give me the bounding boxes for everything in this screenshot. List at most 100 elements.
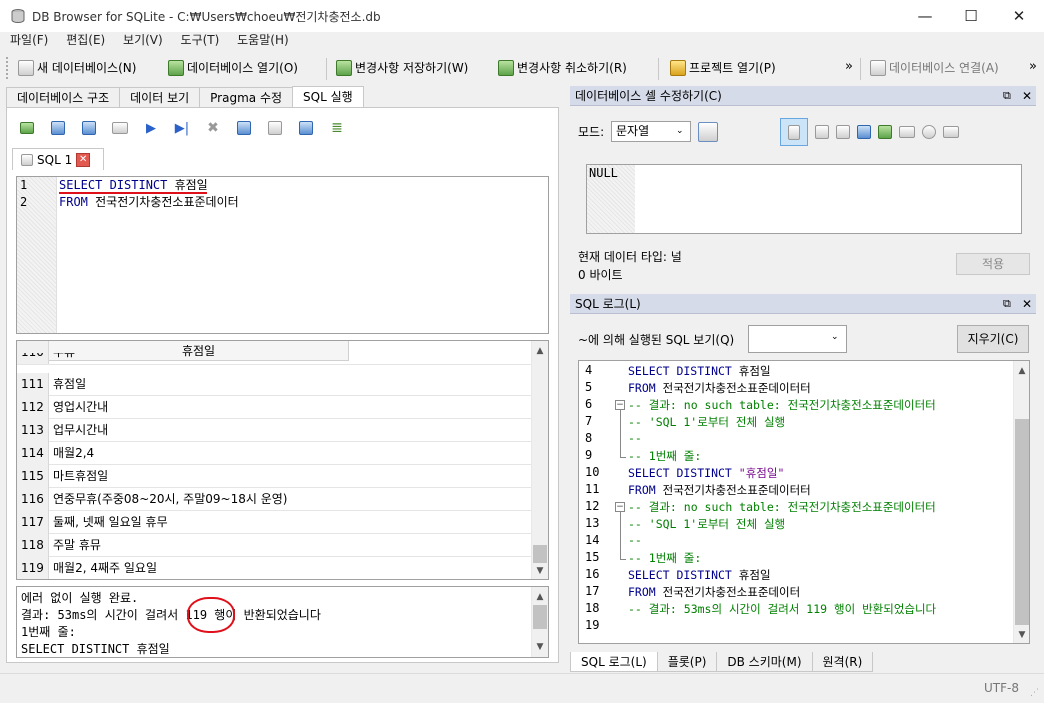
mode-select[interactable]: 문자열 ⌄ bbox=[611, 121, 691, 142]
table-row[interactable]: 113 업무시간내 bbox=[17, 419, 534, 442]
tab-database-structure[interactable]: 데이터베이스 구조 bbox=[6, 87, 121, 108]
tab-execute-sql[interactable]: SQL 실행 bbox=[292, 86, 364, 108]
close-tab-icon[interactable]: ✕ bbox=[76, 152, 91, 167]
close-panel-icon[interactable]: ✕ bbox=[1022, 86, 1032, 106]
cell-value[interactable]: 연중무휴(주중08~20시, 주말09~18시 운영) bbox=[53, 488, 287, 511]
cell-value[interactable]: 영업시간내 bbox=[53, 396, 108, 419]
scroll-thumb[interactable] bbox=[1015, 419, 1029, 625]
cell-value[interactable]: 업무시간내 bbox=[53, 419, 108, 442]
maximize-button[interactable]: ☐ bbox=[948, 0, 994, 32]
clear-log-button[interactable]: 지우기(C) bbox=[957, 325, 1029, 353]
message-text: 결과: 53ms의 시간이 걸려서 bbox=[21, 608, 186, 622]
log-line: FROM 전국전기차충전소표준데이터 bbox=[628, 585, 801, 599]
table-row[interactable]: 115 마트휴점일 bbox=[17, 465, 534, 488]
print-button[interactable] bbox=[109, 117, 131, 139]
toolbar-overflow-icon[interactable]: » bbox=[845, 59, 853, 74]
write-changes-button[interactable]: 변경사항 저장하기(W) bbox=[336, 57, 468, 79]
word-wrap-button[interactable] bbox=[780, 118, 808, 146]
table-row[interactable]: 114 매월2,4 bbox=[17, 442, 534, 465]
open-tab-button[interactable] bbox=[16, 117, 38, 139]
tab-edit-pragmas[interactable]: Pragma 수정 bbox=[199, 87, 294, 108]
log-filter-select[interactable]: ⌄ bbox=[748, 325, 847, 353]
fold-line bbox=[620, 559, 626, 560]
cell-value-editor[interactable]: NULL bbox=[586, 164, 1022, 234]
scroll-thumb[interactable] bbox=[533, 545, 547, 563]
table-row[interactable]: 117 둘째, 넷째 일요일 휴무 bbox=[17, 511, 534, 534]
sql-editor-tab[interactable]: SQL 1 ✕ bbox=[12, 148, 104, 170]
scroll-up-icon[interactable]: ▲ bbox=[532, 589, 548, 605]
cell-value[interactable]: 휴점일 bbox=[53, 373, 86, 396]
execute-all-button[interactable]: ▶ bbox=[140, 117, 162, 139]
table-row[interactable]: 118 주말 휴뮤 bbox=[17, 534, 534, 557]
tab-remote[interactable]: 원격(R) bbox=[811, 652, 874, 672]
auto-switch-mode-icon[interactable] bbox=[698, 122, 718, 142]
tab-sql-log[interactable]: SQL 로그(L) bbox=[570, 652, 658, 672]
save-sql-file-button[interactable] bbox=[78, 117, 100, 139]
new-database-label: 새 데이터베이스(N) bbox=[37, 61, 137, 75]
float-panel-icon[interactable]: ⧉ bbox=[1003, 294, 1011, 314]
row-number: 114 bbox=[17, 442, 49, 465]
menu-help[interactable]: 도움말(H) bbox=[237, 30, 289, 50]
write-changes-label: 변경사항 저장하기(W) bbox=[355, 61, 469, 75]
tab-db-schema[interactable]: DB 스키마(M) bbox=[716, 652, 813, 672]
menu-file[interactable]: 파일(F) bbox=[10, 30, 48, 50]
float-panel-icon[interactable]: ⧉ bbox=[1003, 86, 1011, 106]
scroll-down-icon[interactable]: ▼ bbox=[532, 563, 548, 579]
resize-grip-icon[interactable]: ⋰ bbox=[1030, 688, 1039, 698]
new-database-button[interactable]: 새 데이터베이스(N) bbox=[18, 57, 136, 79]
comment-button[interactable]: ≣ bbox=[326, 117, 348, 139]
table-row[interactable]: 110 무휴 bbox=[17, 353, 534, 365]
export-icon[interactable] bbox=[878, 125, 892, 139]
cell-value[interactable]: 매월2,4 bbox=[53, 442, 94, 465]
cell-value[interactable]: 마트휴점일 bbox=[53, 465, 108, 488]
results-grid[interactable]: 휴점일 110 무휴 111휴점일112영업시간내113업무시간내114매월2,… bbox=[16, 340, 549, 580]
scroll-thumb[interactable] bbox=[533, 605, 547, 629]
tab-plot[interactable]: 플롯(P) bbox=[656, 652, 718, 672]
revert-changes-button[interactable]: 변경사항 취소하기(R) bbox=[498, 57, 627, 79]
tab-browse-data[interactable]: 데이터 보기 bbox=[119, 87, 201, 108]
message-scrollbar[interactable]: ▲ ▼ bbox=[531, 587, 548, 657]
cell-value[interactable]: 둘째, 넷째 일요일 휴무 bbox=[53, 511, 168, 534]
fold-marker-icon[interactable]: − bbox=[615, 502, 625, 512]
scroll-down-icon[interactable]: ▼ bbox=[1014, 627, 1029, 643]
attach-database-button[interactable]: 데이터베이스 연결(A) bbox=[870, 57, 999, 79]
table-row[interactable]: 116 연중무휴(주중08~20시, 주말09~18시 운영) bbox=[17, 488, 534, 511]
log-line: -- 'SQL 1'로부터 전체 실행 bbox=[628, 415, 786, 429]
stop-icon: ✖ bbox=[207, 120, 219, 136]
results-scrollbar[interactable]: ▲ ▼ bbox=[531, 341, 548, 579]
table-row[interactable]: 119 매월2, 4째주 일요일 bbox=[17, 557, 534, 579]
open-sql-file-button[interactable] bbox=[47, 117, 69, 139]
clear-icon[interactable] bbox=[922, 125, 936, 139]
scroll-down-icon[interactable]: ▼ bbox=[532, 639, 548, 655]
printer-icon[interactable] bbox=[943, 126, 959, 138]
menu-edit[interactable]: 편집(E) bbox=[66, 30, 105, 50]
menu-view[interactable]: 보기(V) bbox=[123, 30, 163, 50]
fold-marker-icon[interactable]: − bbox=[615, 400, 625, 410]
null-icon[interactable] bbox=[899, 126, 915, 138]
toolbar-overflow-icon-2[interactable]: » bbox=[1029, 59, 1037, 74]
find-replace-button[interactable] bbox=[295, 117, 317, 139]
fold-line bbox=[620, 512, 621, 559]
cell-value[interactable]: 매월2, 4째주 일요일 bbox=[53, 557, 157, 579]
cell-value[interactable]: 주말 휴뮤 bbox=[53, 534, 101, 557]
indent-icon[interactable] bbox=[815, 125, 829, 139]
save-results-button[interactable] bbox=[233, 117, 255, 139]
stop-button[interactable]: ✖ bbox=[202, 117, 224, 139]
menu-tools[interactable]: 도구(T) bbox=[181, 30, 220, 50]
close-button[interactable]: ✕ bbox=[996, 0, 1042, 32]
find-button[interactable] bbox=[264, 117, 286, 139]
open-project-button[interactable]: 프로젝트 열기(P) bbox=[670, 57, 776, 79]
copy-cell-icon[interactable] bbox=[836, 125, 850, 139]
execute-line-button[interactable]: ▶| bbox=[171, 117, 193, 139]
minimize-button[interactable]: — bbox=[902, 0, 948, 32]
import-icon[interactable] bbox=[857, 125, 871, 139]
scroll-up-icon[interactable]: ▲ bbox=[532, 343, 548, 359]
scroll-up-icon[interactable]: ▲ bbox=[1014, 363, 1029, 379]
apply-button[interactable]: 적용 bbox=[956, 253, 1030, 275]
table-row[interactable]: 111 휴점일 bbox=[17, 373, 534, 396]
log-scrollbar[interactable]: ▲ ▼ bbox=[1013, 361, 1029, 643]
close-panel-icon[interactable]: ✕ bbox=[1022, 294, 1032, 314]
table-row[interactable]: 112 영업시간내 bbox=[17, 396, 534, 419]
sql-editor[interactable]: 1 2 SELECT DISTINCT 휴점일 FROM 전국전기차충전소표준데… bbox=[16, 176, 549, 334]
open-database-button[interactable]: 데이터베이스 열기(O) bbox=[168, 57, 298, 79]
